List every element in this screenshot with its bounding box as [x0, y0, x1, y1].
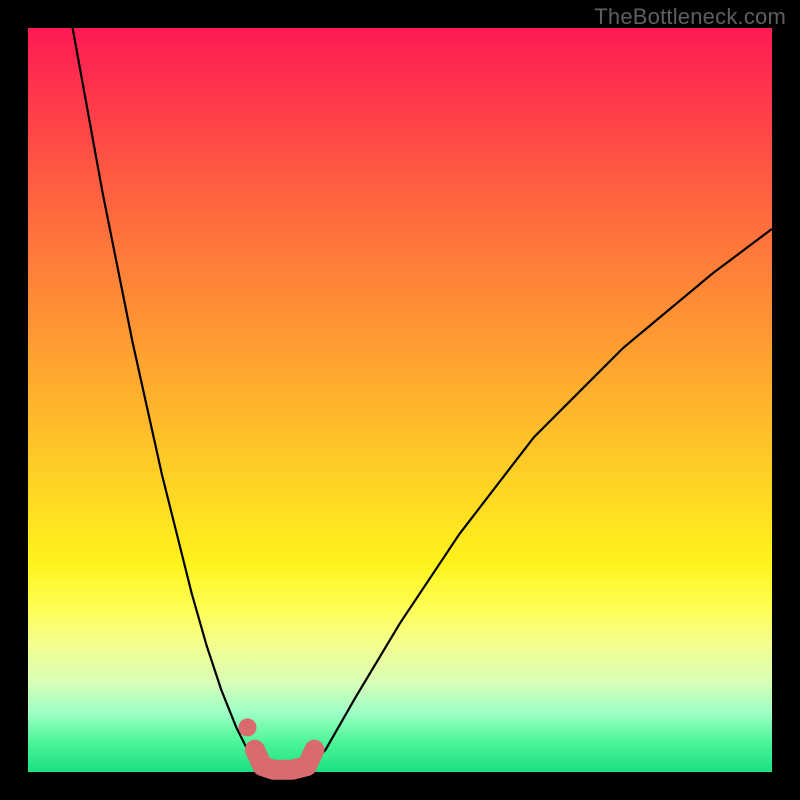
- right-curve: [311, 229, 772, 765]
- marker-dot: [239, 718, 257, 736]
- plot-area: [28, 28, 772, 772]
- valley-marker: [255, 750, 315, 770]
- chart-svg: [28, 28, 772, 772]
- watermark-text: TheBottleneck.com: [594, 4, 786, 30]
- left-curve: [73, 28, 259, 765]
- chart-frame: TheBottleneck.com: [0, 0, 800, 800]
